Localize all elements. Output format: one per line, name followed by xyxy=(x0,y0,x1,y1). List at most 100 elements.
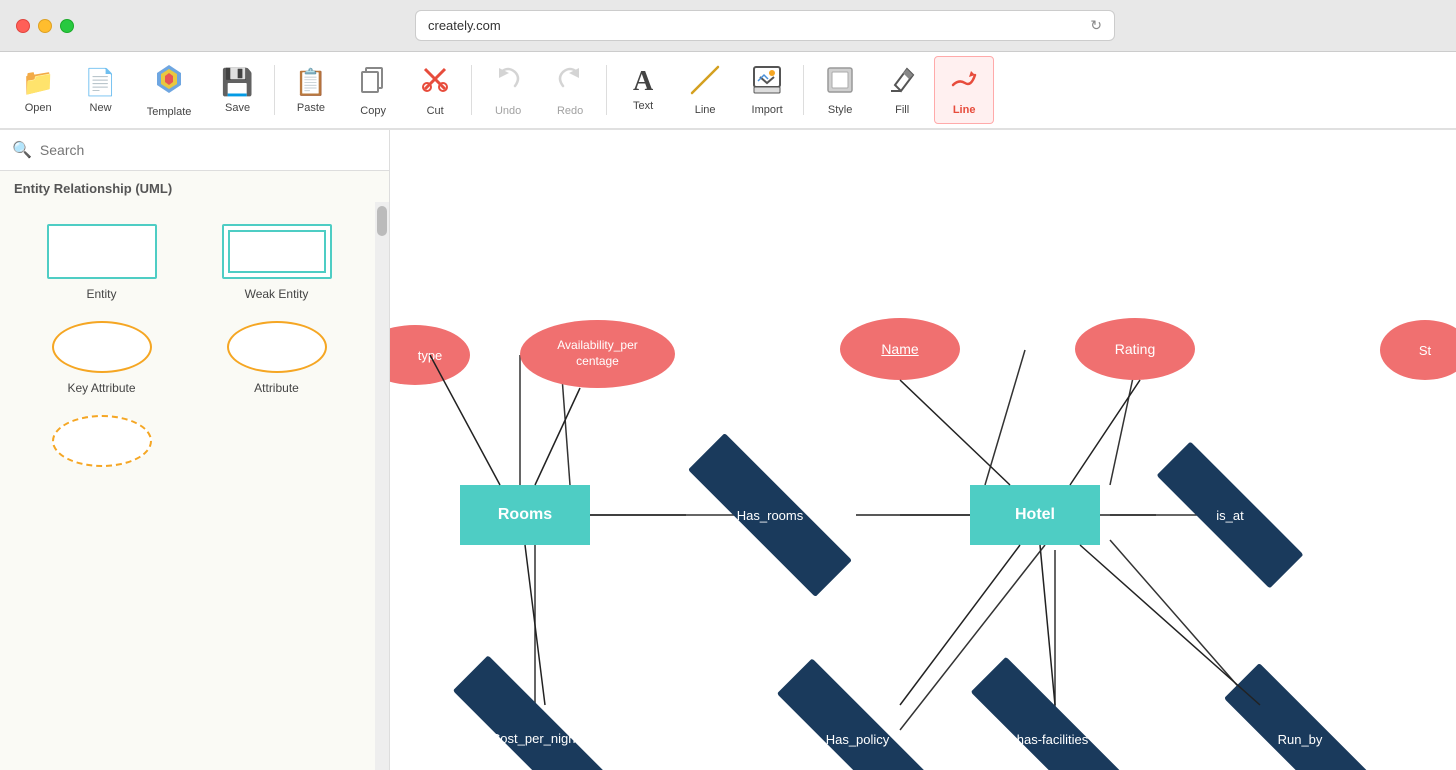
relationship-has-facilities-label: has-facilities xyxy=(1017,732,1089,747)
entity-rooms-label: Rooms xyxy=(498,506,552,524)
toolbar: 📁 Open 📄 New Template 💾 Save 📋 Paste xyxy=(0,52,1456,130)
template-button[interactable]: Template xyxy=(133,56,206,124)
relationship-run-by-label: Run_by xyxy=(1278,732,1323,747)
attribute-type[interactable]: type xyxy=(390,325,470,385)
relationship-cost[interactable]: Cost_per_night xyxy=(450,704,620,770)
scroll-track[interactable] xyxy=(375,202,389,770)
separator-3 xyxy=(606,65,607,115)
redo-label: Redo xyxy=(557,105,583,117)
search-input[interactable] xyxy=(40,142,377,158)
line2-label: Line xyxy=(953,104,976,116)
relationship-run-by[interactable]: Run_by xyxy=(1225,705,1375,770)
copy-label: Copy xyxy=(360,105,386,117)
relationship-cost-label: Cost_per_night xyxy=(491,731,579,746)
entity-hotel[interactable]: Hotel xyxy=(970,485,1100,545)
cut-button[interactable]: Cut xyxy=(405,56,465,124)
key-attribute-shape xyxy=(52,321,152,373)
style-button[interactable]: Style xyxy=(810,56,870,124)
fill-button[interactable]: Fill xyxy=(872,56,932,124)
import-button[interactable]: Import xyxy=(737,56,797,124)
attribute-status-partial[interactable]: St xyxy=(1380,320,1456,380)
refresh-icon[interactable]: ↻ xyxy=(1090,17,1102,34)
paste-icon: 📋 xyxy=(295,67,327,98)
line-button[interactable]: Line xyxy=(675,56,735,124)
search-icon: 🔍 xyxy=(12,140,32,160)
new-icon: 📄 xyxy=(84,67,116,98)
paste-label: Paste xyxy=(297,102,325,114)
undo-button[interactable]: Undo xyxy=(478,56,538,124)
new-label: New xyxy=(90,102,112,114)
save-label: Save xyxy=(225,102,250,114)
separator-2 xyxy=(471,65,472,115)
attribute-name-label: Name xyxy=(881,341,918,357)
relationship-has-facilities[interactable]: has-facilities xyxy=(970,705,1135,770)
shape-item-attribute[interactable]: Attribute xyxy=(189,309,364,403)
attribute-label: Attribute xyxy=(254,381,299,395)
line-label: Line xyxy=(695,104,716,116)
save-button[interactable]: 💾 Save xyxy=(207,56,267,124)
text-icon: A xyxy=(633,68,653,96)
minimize-button[interactable] xyxy=(38,19,52,33)
attribute-name[interactable]: Name xyxy=(840,318,960,380)
separator-4 xyxy=(803,65,804,115)
attribute-shape xyxy=(227,321,327,373)
shape-item-derived-attribute[interactable] xyxy=(14,403,189,483)
fill-label: Fill xyxy=(895,104,909,116)
redo-button[interactable]: Redo xyxy=(540,56,600,124)
shape-item-key-attribute[interactable]: Key Attribute xyxy=(14,309,189,403)
relationship-is-at[interactable]: is_at xyxy=(1155,479,1305,551)
paste-button[interactable]: 📋 Paste xyxy=(281,56,341,124)
style-label: Style xyxy=(828,104,852,116)
style-icon xyxy=(825,65,855,100)
shape-item-entity[interactable]: Entity xyxy=(14,212,189,309)
open-label: Open xyxy=(25,102,52,114)
line2-button[interactable]: Line xyxy=(934,56,994,124)
canvas[interactable]: type Availability_percentage Name Rating… xyxy=(390,130,1456,770)
attribute-rating[interactable]: Rating xyxy=(1075,318,1195,380)
weak-entity-label: Weak Entity xyxy=(245,287,309,301)
relationship-has-rooms[interactable]: Has_rooms xyxy=(685,478,855,552)
separator-1 xyxy=(274,65,275,115)
shapes-grid: Entity Weak Entity Key Attribute Attribu… xyxy=(0,202,389,493)
close-button[interactable] xyxy=(16,19,30,33)
sidebar-category: Entity Relationship (UML) xyxy=(0,171,389,202)
new-button[interactable]: 📄 New xyxy=(70,56,130,124)
relationship-has-policy-label: Has_policy xyxy=(826,732,890,747)
undo-icon xyxy=(493,64,523,101)
redo-icon xyxy=(555,64,585,101)
attribute-rating-label: Rating xyxy=(1115,341,1155,357)
url-text: creately.com xyxy=(428,18,501,33)
template-icon xyxy=(153,63,185,102)
shapes-scroll-wrapper: Entity Weak Entity Key Attribute Attribu… xyxy=(0,202,389,770)
entity-rooms[interactable]: Rooms xyxy=(460,485,590,545)
weak-entity-shape xyxy=(222,224,332,279)
save-icon: 💾 xyxy=(221,67,253,98)
address-bar[interactable]: creately.com ↻ xyxy=(415,10,1115,41)
relationship-has-rooms-label: Has_rooms xyxy=(737,508,803,523)
open-icon: 📁 xyxy=(22,67,54,98)
open-button[interactable]: 📁 Open xyxy=(8,56,68,124)
connection-lines-overlay xyxy=(390,130,1456,770)
er-lines xyxy=(390,130,1456,770)
main-layout: 🔍 Entity Relationship (UML) Entity Weak … xyxy=(0,130,1456,770)
relationship-has-policy[interactable]: Has_policy xyxy=(775,705,940,770)
text-label: Text xyxy=(633,100,653,112)
undo-label: Undo xyxy=(495,105,521,117)
copy-button[interactable]: Copy xyxy=(343,56,403,124)
sidebar: 🔍 Entity Relationship (UML) Entity Weak … xyxy=(0,130,390,770)
entity-hotel-label: Hotel xyxy=(1015,506,1055,524)
cut-icon xyxy=(420,64,450,101)
template-label: Template xyxy=(147,106,192,118)
derived-attribute-shape xyxy=(52,415,152,467)
text-button[interactable]: A Text xyxy=(613,56,673,124)
import-label: Import xyxy=(752,104,783,116)
traffic-lights xyxy=(16,19,74,33)
entity-shape xyxy=(47,224,157,279)
attribute-availability-label: Availability_percentage xyxy=(557,338,638,369)
attribute-status-label: St xyxy=(1419,343,1431,358)
shape-item-weak-entity[interactable]: Weak Entity xyxy=(189,212,364,309)
maximize-button[interactable] xyxy=(60,19,74,33)
search-bar: 🔍 xyxy=(0,130,389,171)
attribute-availability[interactable]: Availability_percentage xyxy=(520,320,675,388)
copy-icon xyxy=(358,64,388,101)
